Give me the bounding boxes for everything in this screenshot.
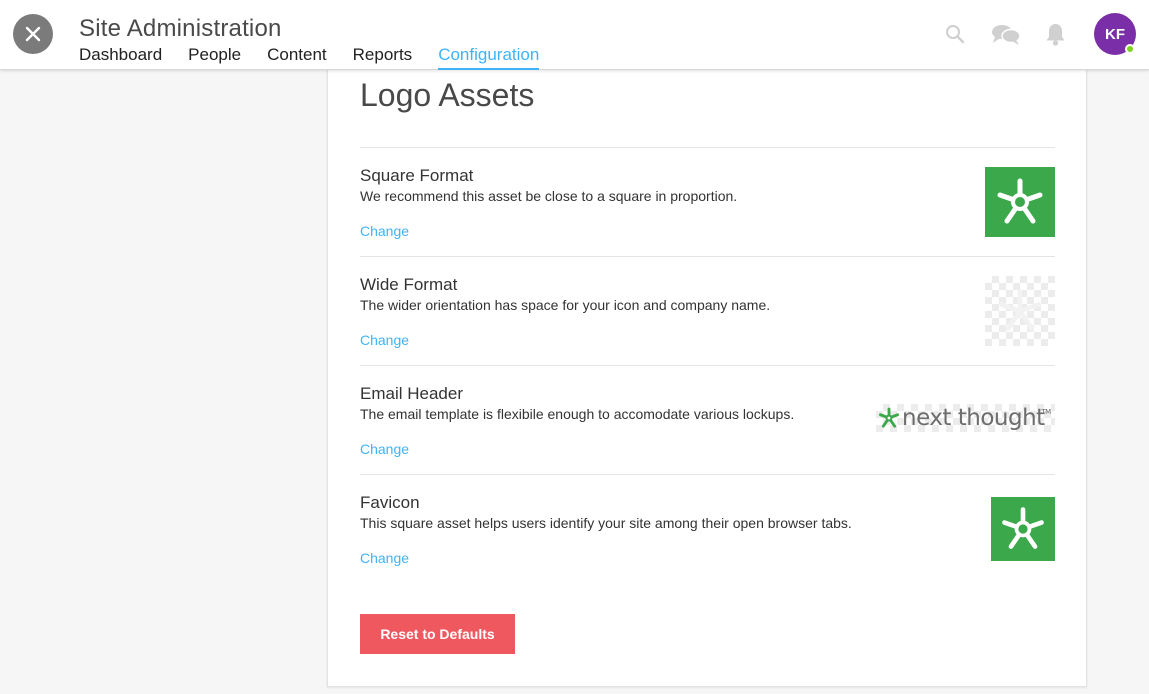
- tab-dashboard[interactable]: Dashboard: [79, 45, 162, 69]
- avatar-initials: KF: [1105, 25, 1125, 43]
- asset-name: Email Header: [360, 384, 463, 403]
- close-button[interactable]: [13, 14, 53, 54]
- asset-description: The wider orientation has space for your…: [360, 297, 771, 313]
- change-email-link[interactable]: Change: [360, 441, 409, 457]
- close-icon: [25, 26, 41, 42]
- change-square-link[interactable]: Change: [360, 223, 409, 239]
- asset-name: Square Format: [360, 166, 474, 185]
- app-title: Site Administration: [79, 15, 282, 42]
- bell-icon[interactable]: [1045, 23, 1066, 46]
- email-logo-wordmark: next thought TM: [902, 405, 1051, 431]
- asset-row-email: Email Header The email template is flexi…: [360, 365, 1055, 474]
- email-logo-preview: next thought TM: [876, 404, 1055, 432]
- search-icon[interactable]: [945, 24, 965, 44]
- wide-logo-preview: [985, 276, 1055, 346]
- nextthought-logo-icon: [997, 178, 1043, 224]
- logo-assets-panel: Logo Assets Square Format We recommend t…: [327, 60, 1087, 687]
- asset-row-square: Square Format We recommend this asset be…: [360, 147, 1055, 256]
- asset-description: This square asset helps users identify y…: [360, 515, 852, 531]
- change-wide-link[interactable]: Change: [360, 332, 409, 348]
- top-bar: Site Administration Dashboard People Con…: [0, 0, 1149, 70]
- asset-description: We recommend this asset be close to a sq…: [360, 188, 738, 204]
- presence-indicator: [1125, 44, 1135, 54]
- chat-icon[interactable]: [991, 24, 1021, 46]
- tab-content[interactable]: Content: [267, 45, 327, 69]
- reset-to-defaults-button[interactable]: Reset to Defaults: [360, 614, 515, 654]
- favicon-preview: [991, 497, 1055, 561]
- trademark-mark: TM: [1041, 408, 1051, 416]
- asset-row-favicon: Favicon This square asset helps users id…: [360, 474, 1055, 583]
- nav-tabs: Dashboard People Content Reports Configu…: [79, 45, 565, 70]
- asset-name: Favicon: [360, 493, 420, 512]
- tab-people[interactable]: People: [188, 45, 241, 69]
- tab-configuration[interactable]: Configuration: [438, 45, 540, 70]
- asset-row-wide: Wide Format The wider orientation has sp…: [360, 256, 1055, 365]
- asset-name: Wide Format: [360, 275, 458, 294]
- nextthought-logo-icon: [999, 289, 1041, 331]
- tab-reports[interactable]: Reports: [353, 45, 413, 69]
- change-favicon-link[interactable]: Change: [360, 550, 409, 566]
- square-logo-preview: [985, 167, 1055, 237]
- nextthought-logo-icon: [1002, 507, 1044, 549]
- asset-description: The email template is flexibile enough t…: [360, 406, 795, 422]
- section-title: Logo Assets: [360, 77, 535, 113]
- nextthought-logo-icon: [879, 407, 899, 428]
